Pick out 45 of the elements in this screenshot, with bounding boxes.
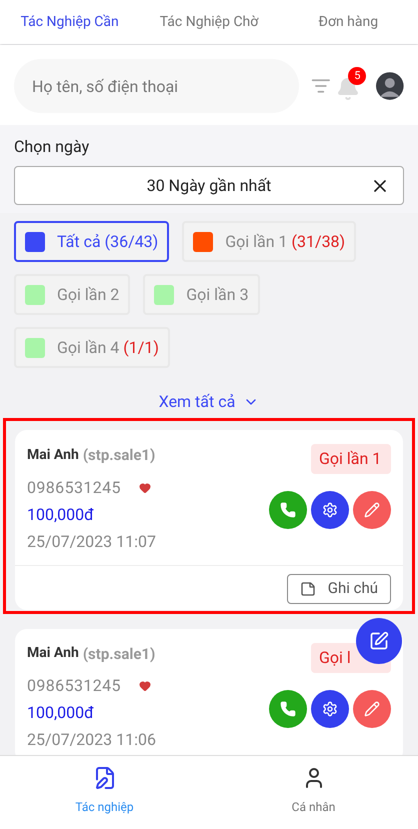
status-chip[interactable]: Tất cả (36/43) xyxy=(14,221,170,262)
pencil-icon xyxy=(364,700,380,716)
call-button[interactable] xyxy=(269,491,307,529)
nav-tab[interactable]: Cá nhân xyxy=(209,756,418,829)
phone-icon xyxy=(280,502,296,518)
lead-name: Mai Anh xyxy=(27,446,79,465)
status-chip[interactable]: Gọi lần 3 xyxy=(143,274,260,315)
avatar[interactable] xyxy=(376,72,404,100)
note-button[interactable]: Ghi chú xyxy=(286,574,391,604)
date-field[interactable]: 30 Ngày gần nhất xyxy=(14,166,404,205)
status-chip[interactable]: Gọi lần 1 (31/38) xyxy=(182,221,356,262)
edit-button[interactable] xyxy=(353,690,391,728)
search-field[interactable]: Họ tên, số điện thoại xyxy=(14,59,299,113)
phone-number: 0986531245 xyxy=(27,675,121,697)
lead-name: Mai Anh xyxy=(27,644,79,664)
amount: 100,000đ xyxy=(27,702,95,724)
call-button[interactable] xyxy=(269,690,307,728)
phone-icon xyxy=(280,700,296,716)
status-chip[interactable]: Gọi lần 4 (1/1) xyxy=(14,327,170,368)
tab[interactable]: Tác Nghiệp Chờ xyxy=(139,12,279,32)
timestamp: 25/07/2023 11:07 xyxy=(27,530,157,552)
phone-number: 0986531245 xyxy=(27,476,121,498)
tab[interactable]: Tác Nghiệp Cần xyxy=(0,12,140,32)
edit-button[interactable] xyxy=(353,491,391,529)
note-icon xyxy=(300,580,316,596)
see-all-link[interactable]: Xem tất cả xyxy=(158,390,260,414)
settings-button[interactable] xyxy=(311,690,349,728)
status-tag: Gọi lần 1 xyxy=(311,444,391,474)
settings-button[interactable] xyxy=(311,491,349,529)
lead-card[interactable]: Mai Anh (stp.sale1) 0986531245 100,000đ 25/07/2023 11:07 Gọi lần 1 Ghi chú xyxy=(15,430,403,610)
compose-button[interactable] xyxy=(356,618,402,664)
compose-icon xyxy=(369,631,389,651)
gear-icon xyxy=(322,502,338,518)
tab[interactable]: Đơn hàng xyxy=(278,12,418,32)
amount: 100,000đ xyxy=(27,504,95,526)
lead-account: (stp.sale1) xyxy=(82,445,156,466)
lead-account: (stp.sale1) xyxy=(82,644,156,664)
pencil-icon xyxy=(364,502,380,518)
lead-card[interactable]: Mai Anh (stp.sale1) 0986531245 100,000đ 25/07/2023 11:06 Gọi l xyxy=(15,628,403,755)
nav-tab[interactable]: Tác nghiệp xyxy=(0,756,209,829)
status-chip[interactable]: Gọi lần 2 xyxy=(14,274,130,315)
date-label: Chọn ngày xyxy=(14,136,90,158)
gear-icon xyxy=(322,700,338,716)
notification-badge: 5 xyxy=(348,67,366,85)
timestamp: 25/07/2023 11:06 xyxy=(27,729,157,751)
